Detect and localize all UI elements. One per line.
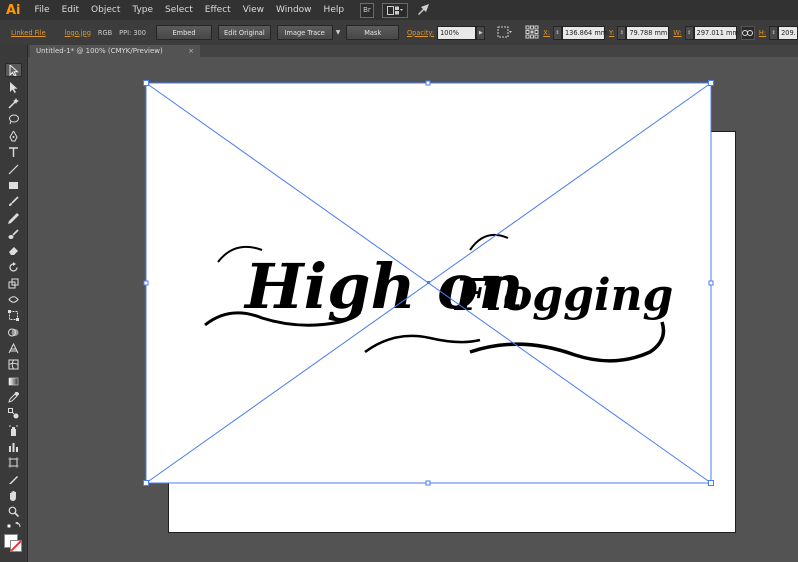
handle-bottom-center [425,480,431,486]
handle-bottom-left [143,480,149,486]
handle-top-center [425,80,431,86]
calligraphy-artwork: High on Flogging [204,234,673,363]
artwork-text-line2: Flogging [453,270,673,321]
handle-top-left [143,80,149,86]
handle-top-right [708,80,714,86]
handle-bottom-right [708,480,714,486]
handle-middle-right [708,280,714,286]
handle-middle-left [143,280,149,286]
center-point [427,281,430,284]
canvas-overlay: High on Flogging [143,80,714,486]
